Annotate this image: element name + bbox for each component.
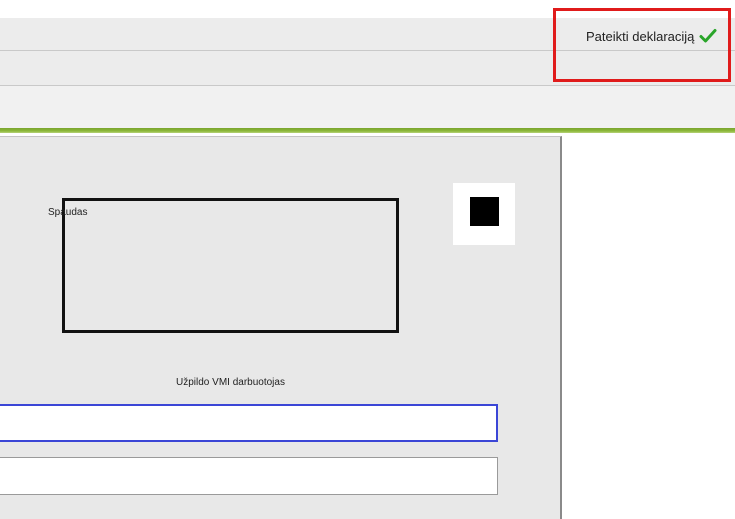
form-input-focused[interactable] — [0, 404, 498, 442]
submit-declaration-button[interactable]: Pateikti deklaraciją — [586, 28, 717, 44]
code-tile — [453, 183, 515, 245]
stamp-label: Spaudas — [48, 207, 88, 218]
stamp-box: Užpildo VMI darbuotojas — [62, 198, 399, 388]
stamp-caption: Užpildo VMI darbuotojas — [176, 377, 285, 388]
accent-divider — [0, 128, 735, 133]
check-icon — [699, 28, 717, 44]
submit-declaration-label: Pateikti deklaraciją — [586, 28, 695, 44]
declaration-form-panel: Užpildo VMI darbuotojas Spaudas — [0, 136, 562, 519]
black-square-marker — [470, 197, 499, 226]
submit-highlight-box: Pateikti deklaraciją — [553, 8, 731, 82]
form-input[interactable] — [0, 457, 498, 495]
toolbar-row-3 — [0, 86, 735, 128]
